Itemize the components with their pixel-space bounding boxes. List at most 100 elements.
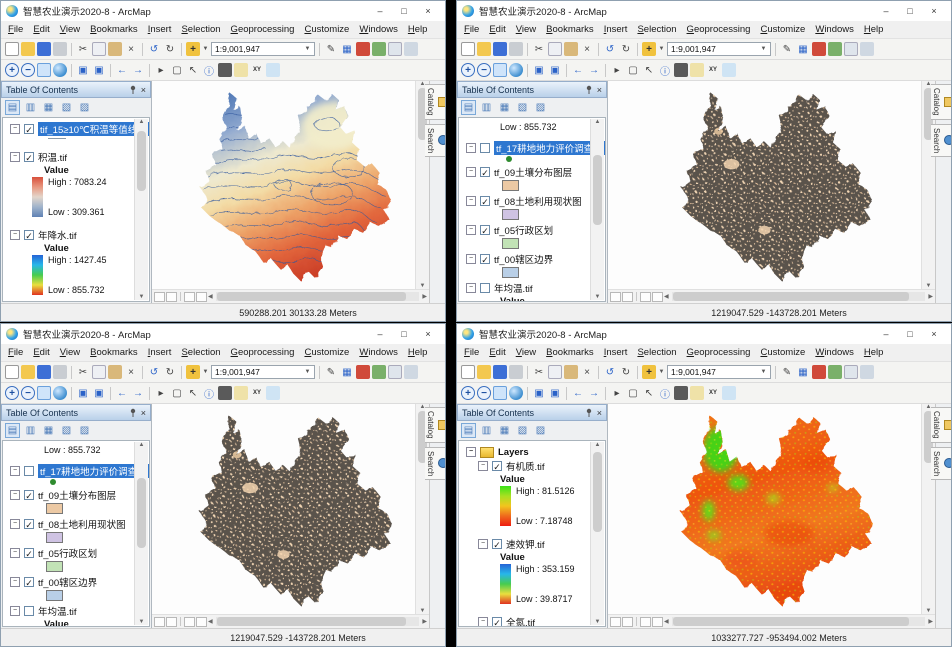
scroll-right-icon[interactable]: ▶ — [928, 618, 933, 625]
pause-drawing-button[interactable] — [196, 617, 207, 627]
scroll-down-icon[interactable]: ▼ — [139, 294, 145, 300]
html-popup-icon[interactable] — [722, 386, 736, 400]
scroll-left-icon[interactable]: ◀ — [208, 618, 213, 625]
toc-options-icon[interactable]: ▨ — [533, 423, 548, 438]
toc-layer-row[interactable]: − tf_17耕地地力评价调查点 — [10, 464, 133, 478]
menu-geoprocessing[interactable]: Geoprocessing — [231, 24, 295, 35]
maximize-button[interactable]: □ — [392, 325, 416, 343]
menu-customize[interactable]: Customize — [304, 24, 349, 35]
data-view-button[interactable] — [610, 292, 621, 302]
scrollbar-thumb[interactable] — [593, 155, 602, 225]
toc-drawing-order-icon[interactable]: ▤ — [5, 100, 20, 115]
toc-header[interactable]: Table Of Contents × — [1, 404, 151, 421]
forward-extent-icon[interactable]: → — [587, 63, 601, 77]
select-elements-icon[interactable]: ↖ — [642, 63, 656, 77]
identify-icon[interactable]: ⓘ — [202, 386, 216, 400]
menu-selection[interactable]: Selection — [181, 24, 220, 35]
toc-header[interactable]: Table Of Contents × — [457, 81, 607, 98]
layer-checkbox[interactable]: ✓ — [480, 254, 490, 264]
table-icon[interactable]: ▦ — [796, 42, 810, 56]
toc-close-icon[interactable]: × — [597, 85, 602, 95]
open-folder-icon[interactable] — [477, 365, 491, 379]
print-icon[interactable] — [53, 365, 67, 379]
fixed-zoom-in-icon[interactable]: ▣ — [76, 63, 90, 77]
fixed-zoom-in-icon[interactable]: ▣ — [532, 386, 546, 400]
map-canvas[interactable] — [608, 404, 921, 614]
catalog-window-icon[interactable] — [388, 42, 402, 56]
arctoolbox-icon[interactable] — [356, 42, 370, 56]
map-horizontal-scrollbar[interactable]: ◀ ▶ — [608, 289, 935, 303]
menu-file[interactable]: File — [464, 24, 479, 35]
layer-checkbox[interactable]: ✓ — [24, 490, 34, 500]
toc-source-icon[interactable]: ▥ — [23, 100, 38, 115]
pin-icon[interactable] — [585, 85, 593, 95]
menu-file[interactable]: File — [8, 24, 23, 35]
toc-layer-row[interactable]: − ✓ tf_00辖区边界 — [466, 252, 589, 266]
arctoolbox-icon[interactable] — [812, 365, 826, 379]
menu-customize[interactable]: Customize — [760, 24, 805, 35]
zoom-in-icon[interactable]: + — [5, 63, 19, 77]
collapse-icon[interactable]: − — [466, 447, 476, 457]
menu-insert[interactable]: Insert — [604, 24, 628, 35]
map-scale-combobox[interactable]: 1:9,001,947 ▼ — [667, 365, 771, 379]
scrollbar-thumb[interactable] — [673, 617, 909, 626]
catalog-window-icon[interactable] — [844, 365, 858, 379]
layer-label[interactable]: tf_09土壤分布图层 — [494, 165, 572, 179]
toc-layer-row[interactable]: − ✓ tf_00辖区边界 — [10, 575, 133, 589]
collapse-icon[interactable]: − — [478, 617, 488, 627]
collapse-icon[interactable]: − — [10, 466, 20, 476]
layer-label[interactable]: tf_05行政区划 — [38, 546, 97, 560]
toc-dataframe-row[interactable]: − Layers — [466, 445, 589, 459]
open-folder-icon[interactable] — [21, 42, 35, 56]
toc-selection-icon[interactable]: ▧ — [59, 100, 74, 115]
zoom-in-icon[interactable]: + — [5, 386, 19, 400]
pause-drawing-button[interactable] — [652, 617, 663, 627]
clear-selection-icon[interactable]: ▢ — [626, 386, 640, 400]
identify-icon[interactable]: ⓘ — [202, 63, 216, 77]
save-icon[interactable] — [37, 42, 51, 56]
fixed-zoom-in-icon[interactable]: ▣ — [532, 63, 546, 77]
toc-drawing-order-icon[interactable]: ▤ — [461, 100, 476, 115]
menu-bookmarks[interactable]: Bookmarks — [90, 24, 138, 35]
scroll-down-icon[interactable]: ▼ — [139, 619, 145, 625]
pan-icon[interactable] — [37, 386, 51, 400]
paste-icon[interactable] — [108, 365, 122, 379]
measure-icon[interactable] — [234, 63, 248, 77]
python-window-icon[interactable] — [860, 365, 874, 379]
undo-icon[interactable]: ↺ — [147, 365, 161, 379]
map-canvas[interactable] — [152, 81, 415, 289]
menu-help[interactable]: Help — [408, 24, 428, 35]
collapse-icon[interactable]: − — [10, 152, 20, 162]
layer-label[interactable]: tf_08土地利用现状图 — [494, 194, 582, 208]
print-icon[interactable] — [53, 42, 67, 56]
menu-bookmarks[interactable]: Bookmarks — [90, 347, 138, 358]
collapse-icon[interactable]: − — [466, 167, 476, 177]
menu-windows[interactable]: Windows — [359, 347, 398, 358]
redo-icon[interactable]: ↻ — [619, 42, 633, 56]
toc-selection-icon[interactable]: ▧ — [515, 100, 530, 115]
toc-layer-row[interactable]: − 年均温.tif — [466, 281, 589, 295]
layer-label[interactable]: tf_08土地利用现状图 — [38, 517, 126, 531]
add-data-dropdown-icon[interactable]: ▼ — [658, 369, 665, 375]
collapse-icon[interactable]: − — [10, 577, 20, 587]
redo-icon[interactable]: ↻ — [163, 365, 177, 379]
add-data-icon[interactable]: + — [642, 365, 656, 379]
scroll-right-icon[interactable]: ▶ — [928, 293, 933, 300]
collapse-icon[interactable]: − — [10, 490, 20, 500]
menu-view[interactable]: View — [516, 347, 536, 358]
back-extent-icon[interactable]: ← — [571, 63, 585, 77]
scrollbar-thumb[interactable] — [673, 292, 909, 301]
minimize-button[interactable]: – — [368, 325, 392, 343]
close-button[interactable]: × — [416, 2, 440, 20]
toc-layer-row[interactable]: − ✓ tf_09土壤分布图层 — [466, 165, 589, 179]
select-elements-icon[interactable]: ↖ — [186, 63, 200, 77]
menu-file[interactable]: File — [464, 347, 479, 358]
toc-header[interactable]: Table Of Contents × — [457, 404, 607, 421]
close-button[interactable]: × — [922, 325, 946, 343]
data-view-button[interactable] — [154, 617, 165, 627]
model-builder-icon[interactable] — [372, 42, 386, 56]
collapse-icon[interactable]: − — [10, 124, 20, 134]
select-elements-icon[interactable]: ↖ — [642, 386, 656, 400]
scrollbar-thumb[interactable] — [137, 131, 146, 191]
layer-label[interactable]: tf_17耕地地力评价调查点 — [494, 141, 605, 155]
